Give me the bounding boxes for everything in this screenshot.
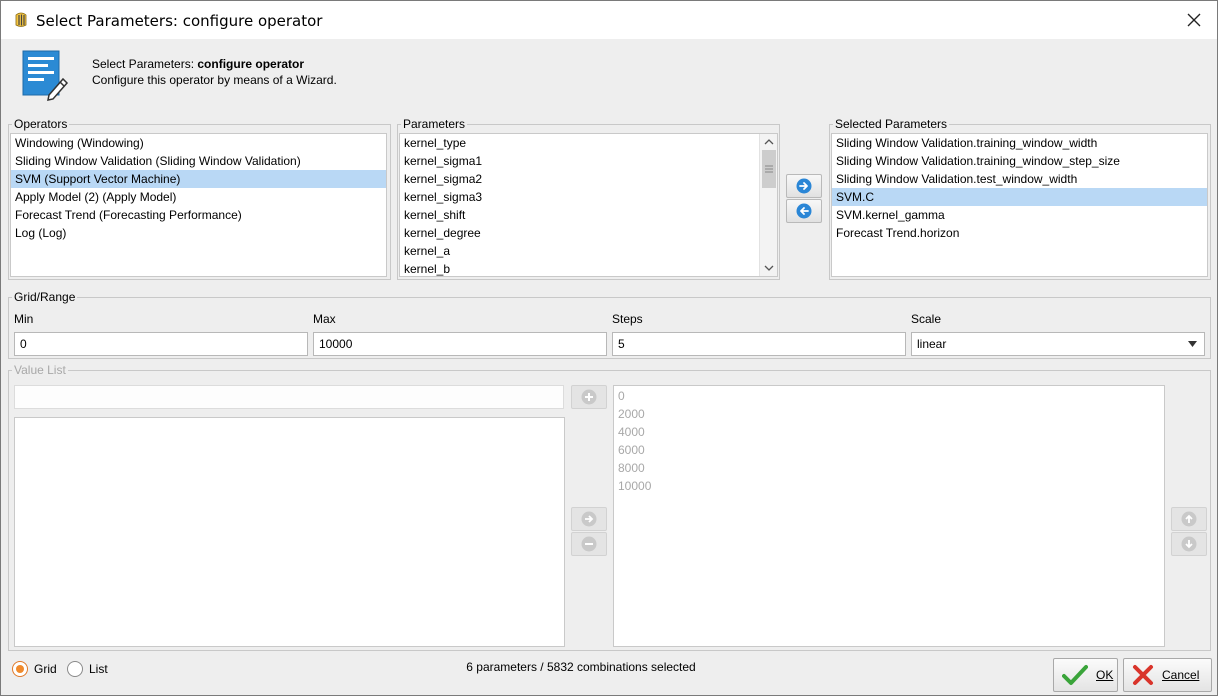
steps-input[interactable]: 5 <box>612 332 906 356</box>
value-item: 6000 <box>618 443 645 457</box>
operators-list[interactable]: Windowing (Windowing) Sliding Window Val… <box>10 133 387 277</box>
move-value-up-button[interactable] <box>1171 507 1207 531</box>
value-input[interactable] <box>14 385 564 409</box>
header-title: Select Parameters: configure operator <box>92 57 305 71</box>
close-button[interactable] <box>1181 7 1207 33</box>
parameter-item[interactable]: kernel_b <box>400 260 777 276</box>
remove-parameter-button[interactable] <box>786 199 822 223</box>
grid-range-label: Grid/Range <box>12 290 78 304</box>
dropdown-caret-icon <box>1188 341 1197 347</box>
scroll-thumb[interactable] <box>762 150 776 188</box>
operator-item[interactable]: Sliding Window Validation (Sliding Windo… <box>11 152 386 170</box>
move-value-down-button[interactable] <box>1171 532 1207 556</box>
checkmark-icon <box>1062 665 1088 685</box>
value-list[interactable]: 0 2000 4000 6000 8000 10000 <box>613 385 1165 647</box>
value-item: 10000 <box>618 479 652 493</box>
wizard-document-icon <box>22 50 69 101</box>
parameter-item[interactable]: kernel_sigma1 <box>400 152 777 170</box>
ok-button[interactable]: OK <box>1053 658 1118 692</box>
title-bar: Select Parameters: configure operator <box>1 1 1217 39</box>
chevron-up-icon <box>764 139 774 145</box>
value-item: 0 <box>618 389 625 403</box>
selected-parameter-item[interactable]: SVM.kernel_gamma <box>832 206 1207 224</box>
scroll-up-button[interactable] <box>760 134 777 150</box>
value-item: 4000 <box>618 425 645 439</box>
parameters-list[interactable]: kernel_type kernel_sigma1 kernel_sigma2 … <box>399 133 778 277</box>
selected-parameters-label: Selected Parameters <box>833 117 950 131</box>
grip-icon <box>765 165 773 173</box>
close-icon <box>1187 13 1201 27</box>
ok-label: OK <box>1096 668 1114 682</box>
cancel-x-icon <box>1133 665 1153 685</box>
move-value-right-button[interactable] <box>571 507 607 531</box>
arrow-right-circle-icon <box>796 178 812 194</box>
value-list-label: Value List <box>12 363 68 377</box>
add-parameter-button[interactable] <box>786 174 822 198</box>
cancel-button[interactable]: Cancel <box>1123 658 1212 692</box>
status-text: 6 parameters / 5832 combinations selecte… <box>466 660 696 674</box>
operator-item-selected[interactable]: SVM (Support Vector Machine) <box>11 170 386 188</box>
parameter-item[interactable]: kernel_shift <box>400 206 777 224</box>
operator-item[interactable]: Windowing (Windowing) <box>11 134 386 152</box>
scale-label: Scale <box>911 312 942 326</box>
selected-parameters-list[interactable]: Sliding Window Validation.training_windo… <box>831 133 1208 277</box>
value-source-list[interactable] <box>14 417 565 647</box>
selected-parameter-item[interactable]: Sliding Window Validation.training_windo… <box>832 152 1207 170</box>
operator-item[interactable]: Apply Model (2) (Apply Model) <box>11 188 386 206</box>
operators-label: Operators <box>12 117 70 131</box>
arrow-down-circle-icon <box>1181 536 1197 552</box>
scale-dropdown[interactable]: linear <box>911 332 1205 356</box>
value-item: 8000 <box>618 461 645 475</box>
plus-circle-icon <box>581 389 597 405</box>
parameters-scrollbar[interactable] <box>759 134 777 276</box>
selected-parameter-item[interactable]: Sliding Window Validation.test_window_wi… <box>832 170 1207 188</box>
min-label: Min <box>14 312 34 326</box>
selected-parameter-item[interactable]: Forecast Trend.horizon <box>832 224 1207 242</box>
cancel-label: Cancel <box>1162 668 1200 682</box>
min-input[interactable]: 0 <box>14 332 308 356</box>
arrow-up-circle-icon <box>1181 511 1197 527</box>
selected-parameter-item-active[interactable]: SVM.C <box>832 188 1207 206</box>
steps-label: Steps <box>612 312 643 326</box>
parameter-item[interactable]: kernel_degree <box>400 224 777 242</box>
parameter-item[interactable]: kernel_sigma3 <box>400 188 777 206</box>
scale-value: linear <box>917 337 947 351</box>
parameters-label: Parameters <box>401 117 468 131</box>
value-item: 2000 <box>618 407 645 421</box>
operator-item[interactable]: Log (Log) <box>11 224 386 242</box>
parameter-item[interactable]: kernel_type <box>400 134 777 152</box>
window-title: Select Parameters: configure operator <box>36 12 323 30</box>
remove-value-button[interactable] <box>571 532 607 556</box>
parameter-item[interactable]: kernel_a <box>400 242 777 260</box>
arrow-right-circle-icon <box>581 511 597 527</box>
minus-circle-icon <box>581 536 597 552</box>
dialog-window: Select Parameters: configure operator Se… <box>0 0 1218 696</box>
scroll-down-button[interactable] <box>760 260 777 276</box>
max-label: Max <box>313 312 336 326</box>
header-subtitle: Configure this operator by means of a Wi… <box>92 73 337 87</box>
app-logo-icon <box>15 12 27 27</box>
parameter-item[interactable]: kernel_sigma2 <box>400 170 777 188</box>
operator-item[interactable]: Forecast Trend (Forecasting Performance) <box>11 206 386 224</box>
selected-parameter-item[interactable]: Sliding Window Validation.training_windo… <box>832 134 1207 152</box>
add-value-button[interactable] <box>571 385 607 409</box>
max-input[interactable]: 10000 <box>313 332 607 356</box>
chevron-down-icon <box>764 265 774 271</box>
arrow-left-circle-icon <box>796 203 812 219</box>
